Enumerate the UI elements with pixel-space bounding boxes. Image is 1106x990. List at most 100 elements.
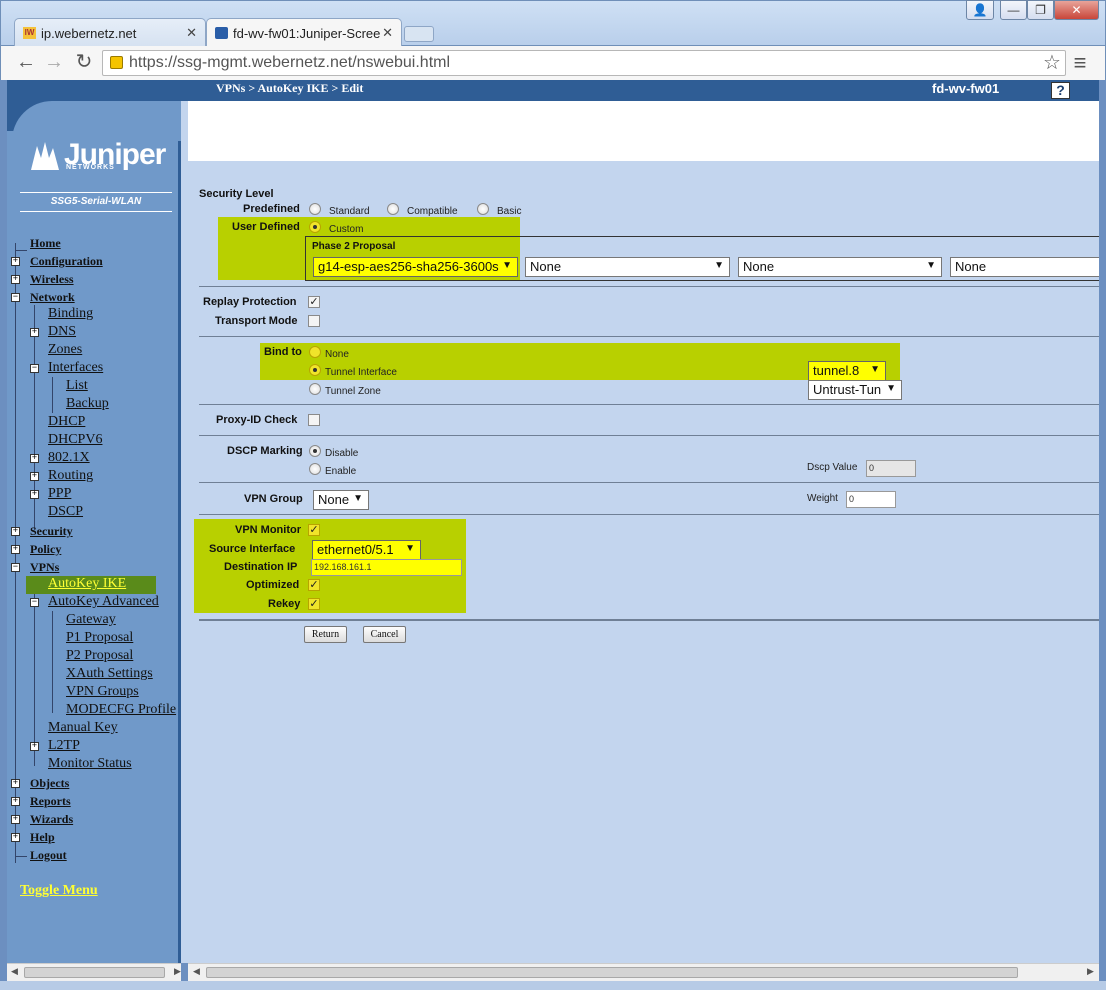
- nav-wireless[interactable]: Wireless: [30, 272, 74, 287]
- sidebar-scroll-thumb[interactable]: [24, 967, 165, 978]
- maximize-button[interactable]: ❐: [1027, 0, 1054, 20]
- phase2-proposal-4-select[interactable]: None: [950, 257, 1099, 277]
- nav-l2tp[interactable]: L2TP: [48, 738, 80, 754]
- expand-plus-icon[interactable]: +: [30, 454, 39, 463]
- nav-p2-proposal[interactable]: P2 Proposal: [66, 648, 133, 664]
- nav-vpn-groups[interactable]: VPN Groups: [66, 684, 139, 700]
- scroll-left-arrow-icon[interactable]: ◀: [193, 966, 200, 977]
- collapse-minus-icon[interactable]: −: [11, 563, 20, 572]
- minimize-button[interactable]: —: [1000, 0, 1027, 20]
- nav-help[interactable]: Help: [30, 830, 55, 845]
- new-tab-button[interactable]: [404, 26, 434, 42]
- bookmark-star-icon[interactable]: ☆: [1040, 51, 1064, 75]
- vpn-monitor-checkbox[interactable]: ✓: [308, 524, 320, 536]
- nav-dhcpv6[interactable]: DHCPV6: [48, 432, 102, 448]
- optimized-checkbox[interactable]: ✓: [308, 579, 320, 591]
- weight-input[interactable]: 0: [846, 491, 896, 508]
- source-interface-select[interactable]: ethernet0/5.1 ▼: [312, 540, 421, 560]
- content-scroll-thumb[interactable]: [206, 967, 1018, 978]
- window-close-button[interactable]: ✕: [1054, 0, 1099, 20]
- phase2-proposal-1-select[interactable]: g14-esp-aes256-sha256-3600s ▼: [313, 257, 518, 277]
- scroll-right-arrow-icon[interactable]: ▶: [174, 966, 181, 977]
- standard-radio[interactable]: [309, 203, 321, 215]
- expand-plus-icon[interactable]: +: [11, 797, 20, 806]
- warning-lock-icon[interactable]: [110, 56, 123, 69]
- basic-radio[interactable]: [477, 203, 489, 215]
- expand-plus-icon[interactable]: +: [11, 833, 20, 842]
- back-arrow-icon[interactable]: ←: [14, 50, 38, 74]
- expand-plus-icon[interactable]: +: [11, 779, 20, 788]
- nav-8021x[interactable]: 802.1X: [48, 450, 90, 466]
- expand-plus-icon[interactable]: +: [30, 472, 39, 481]
- expand-plus-icon[interactable]: +: [11, 275, 20, 284]
- rekey-checkbox[interactable]: ✓: [308, 598, 320, 610]
- address-bar[interactable]: https://ssg-mgmt.webernetz.net/nswebui.h…: [102, 50, 1066, 76]
- replay-protection-checkbox[interactable]: ✓: [308, 296, 320, 308]
- proxy-id-check-checkbox[interactable]: [308, 414, 320, 426]
- nav-ppp[interactable]: PPP: [48, 486, 71, 502]
- return-button[interactable]: Return: [304, 626, 347, 643]
- transport-mode-checkbox[interactable]: [308, 315, 320, 327]
- nav-dscp[interactable]: DSCP: [48, 504, 83, 520]
- nav-configuration[interactable]: Configuration: [30, 254, 103, 269]
- close-tab-icon[interactable]: ✕: [380, 25, 393, 41]
- nav-modecfg-profile[interactable]: MODECFG Profile: [66, 702, 181, 718]
- scroll-right-arrow-icon[interactable]: ▶: [1087, 966, 1094, 977]
- vpn-group-select[interactable]: None ▼: [313, 490, 369, 510]
- nav-routing[interactable]: Routing: [48, 468, 93, 484]
- close-tab-icon[interactable]: ✕: [186, 25, 197, 41]
- tunnel-zone-select[interactable]: Untrust-Tun ▼: [808, 380, 902, 400]
- chrome-menu-icon[interactable]: ≡: [1068, 51, 1092, 75]
- nav-autokey-advanced[interactable]: AutoKey Advanced: [48, 594, 159, 610]
- compatible-radio[interactable]: [387, 203, 399, 215]
- nav-zones[interactable]: Zones: [48, 342, 82, 358]
- browser-tab-ip-webernetz[interactable]: IW ip.webernetz.net ✕: [14, 18, 206, 46]
- user-profile-icon[interactable]: 👤: [966, 0, 994, 20]
- dscp-disable-radio[interactable]: [309, 445, 321, 457]
- nav-policy[interactable]: Policy: [30, 542, 61, 557]
- nav-binding[interactable]: Binding: [48, 306, 93, 322]
- nav-network[interactable]: Network: [30, 290, 75, 305]
- collapse-minus-icon[interactable]: −: [30, 364, 39, 373]
- expand-plus-icon[interactable]: +: [11, 815, 20, 824]
- expand-plus-icon[interactable]: +: [11, 545, 20, 554]
- nav-manual-key[interactable]: Manual Key: [48, 720, 118, 736]
- expand-plus-icon[interactable]: +: [30, 490, 39, 499]
- nav-dhcp[interactable]: DHCP: [48, 414, 85, 430]
- bind-none-radio[interactable]: [309, 346, 321, 358]
- nav-vpns[interactable]: VPNs: [30, 560, 59, 575]
- expand-plus-icon[interactable]: +: [30, 328, 39, 337]
- nav-xauth-settings[interactable]: XAuth Settings: [66, 666, 153, 682]
- reload-icon[interactable]: ↻: [72, 50, 96, 74]
- cancel-button[interactable]: Cancel: [363, 626, 406, 643]
- nav-monitor-status[interactable]: Monitor Status: [48, 756, 132, 772]
- nav-security[interactable]: Security: [30, 524, 73, 539]
- browser-tab-juniper[interactable]: fd-wv-fw01:Juniper-Scree ✕: [206, 18, 402, 46]
- tunnel-interface-select[interactable]: tunnel.8 ▼: [808, 361, 886, 381]
- expand-plus-icon[interactable]: +: [11, 527, 20, 536]
- nav-autokey-ike[interactable]: AutoKey IKE: [48, 576, 126, 592]
- collapse-minus-icon[interactable]: −: [11, 293, 20, 302]
- scroll-left-arrow-icon[interactable]: ◀: [11, 966, 18, 977]
- collapse-minus-icon[interactable]: −: [30, 598, 39, 607]
- tunnel-interface-radio[interactable]: [309, 364, 321, 376]
- phase2-proposal-2-select[interactable]: None ▼: [525, 257, 730, 277]
- nav-logout[interactable]: Logout: [30, 848, 67, 863]
- destination-ip-input[interactable]: 192.168.161.1: [311, 559, 462, 576]
- toggle-menu-link[interactable]: Toggle Menu: [20, 883, 98, 899]
- forward-arrow-icon[interactable]: →: [42, 50, 66, 74]
- custom-radio[interactable]: [309, 221, 321, 233]
- nav-dns[interactable]: DNS: [48, 324, 76, 340]
- expand-plus-icon[interactable]: +: [30, 742, 39, 751]
- dscp-value-input[interactable]: 0: [866, 460, 916, 477]
- nav-p1-proposal[interactable]: P1 Proposal: [66, 630, 133, 646]
- tunnel-zone-radio[interactable]: [309, 383, 321, 395]
- nav-objects[interactable]: Objects: [30, 776, 69, 791]
- nav-list[interactable]: List: [66, 378, 88, 394]
- nav-gateway[interactable]: Gateway: [66, 612, 116, 628]
- nav-home[interactable]: Home: [30, 236, 61, 251]
- nav-reports[interactable]: Reports: [30, 794, 71, 809]
- phase2-proposal-3-select[interactable]: None ▼: [738, 257, 942, 277]
- nav-interfaces[interactable]: Interfaces: [48, 360, 103, 376]
- dscp-enable-radio[interactable]: [309, 463, 321, 475]
